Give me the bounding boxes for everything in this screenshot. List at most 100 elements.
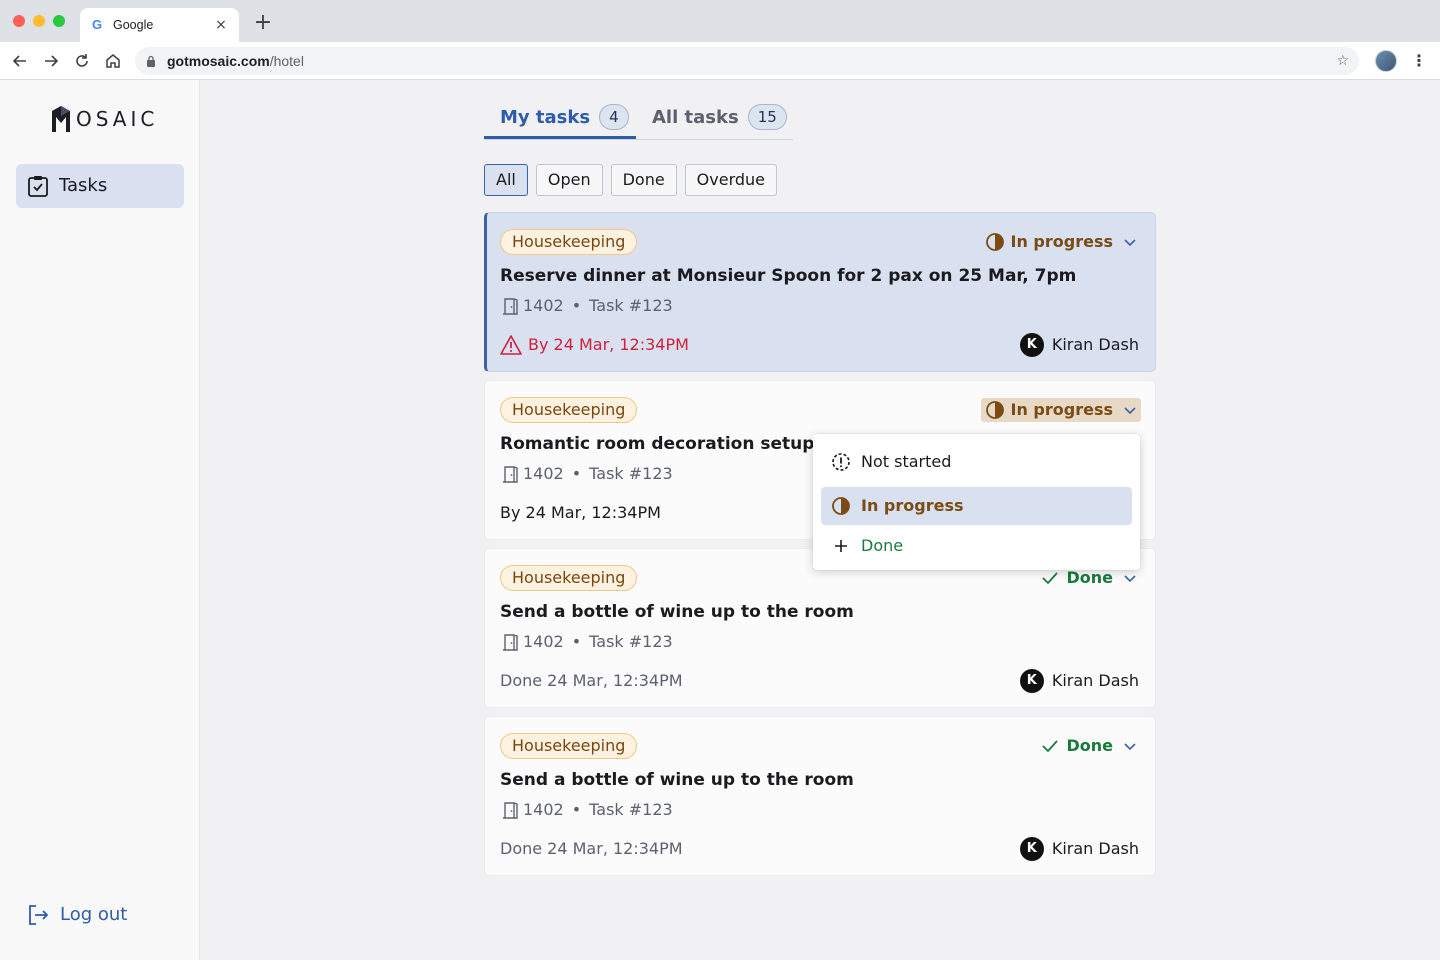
logo-text: OSAIC bbox=[76, 107, 159, 131]
assignee-name: Kiran Dash bbox=[1051, 335, 1139, 354]
status-option-in-progress[interactable]: In progress bbox=[821, 487, 1132, 525]
in-progress-icon bbox=[832, 497, 850, 515]
browser-tab-title: Google bbox=[113, 18, 154, 32]
due-date: Done 24 Mar, 12:34PM bbox=[500, 838, 683, 860]
sidebar-item-tasks[interactable]: Tasks bbox=[16, 164, 184, 208]
meta-separator: • bbox=[571, 296, 582, 315]
clipboard-check-icon bbox=[28, 176, 48, 197]
profile-avatar[interactable] bbox=[1375, 50, 1397, 72]
forward-arrow-icon[interactable] bbox=[41, 51, 61, 71]
assignee-name: Kiran Dash bbox=[1051, 839, 1139, 858]
google-favicon-icon: G bbox=[91, 17, 103, 32]
logout-button[interactable]: Log out bbox=[26, 902, 127, 928]
tab-count-badge: 15 bbox=[747, 104, 787, 130]
status-label: Done bbox=[1066, 568, 1113, 587]
task-card[interactable]: Housekeeping Done Send a bottle of wine … bbox=[484, 716, 1156, 876]
logout-label: Log out bbox=[60, 904, 128, 925]
filter-open-button[interactable]: Open bbox=[535, 164, 603, 196]
due-date: Done 24 Mar, 12:34PM bbox=[500, 670, 683, 692]
due-date-text: By 24 Mar, 12:34PM bbox=[528, 335, 689, 354]
browser-toolbar: gotmosaic.com/hotel ☆ ⋮ bbox=[0, 42, 1440, 80]
chevron-down-icon bbox=[1124, 239, 1136, 247]
avatar: K bbox=[1019, 669, 1044, 693]
task-card[interactable]: Housekeeping Done Send a bottle of wine … bbox=[484, 548, 1156, 708]
home-icon[interactable] bbox=[103, 51, 123, 71]
status-dropdown[interactable]: In progress bbox=[981, 230, 1142, 254]
tab-label: All tasks bbox=[652, 107, 739, 128]
address-bar[interactable]: gotmosaic.com/hotel ☆ bbox=[135, 47, 1359, 75]
browser-tab[interactable]: G Google × bbox=[80, 8, 239, 42]
mosaic-logo-mark-icon bbox=[52, 106, 70, 132]
window-close-button[interactable] bbox=[13, 15, 25, 27]
due-date: By 24 Mar, 12:34PM bbox=[500, 502, 661, 524]
room-number: 1402 bbox=[523, 800, 564, 819]
new-tab-button[interactable]: + bbox=[252, 12, 274, 34]
in-progress-icon bbox=[985, 233, 1004, 251]
tab-close-icon[interactable]: × bbox=[213, 17, 229, 33]
status-option-done[interactable]: Done bbox=[821, 527, 1132, 565]
in-progress-icon bbox=[985, 401, 1004, 419]
active-tab-indicator bbox=[484, 136, 636, 139]
status-label: In progress bbox=[1010, 400, 1114, 419]
chevron-down-icon bbox=[1124, 575, 1136, 583]
filter-done-button[interactable]: Done bbox=[610, 164, 677, 196]
sidebar-item-label: Tasks bbox=[59, 175, 108, 196]
meta-separator: • bbox=[571, 800, 582, 819]
check-icon bbox=[1042, 740, 1059, 753]
task-id: Task #123 bbox=[589, 800, 673, 819]
plus-icon bbox=[835, 540, 847, 552]
status-option-label: In progress bbox=[861, 496, 964, 515]
status-label: Done bbox=[1066, 736, 1113, 755]
filter-all-button[interactable]: All bbox=[484, 164, 528, 196]
category-chip: Housekeeping bbox=[500, 565, 638, 591]
filter-bar: All Open Done Overdue bbox=[484, 164, 778, 196]
filter-overdue-button[interactable]: Overdue bbox=[684, 164, 778, 196]
browser-menu-icon[interactable]: ⋮ bbox=[1411, 51, 1427, 71]
bookmark-star-icon[interactable]: ☆ bbox=[1336, 53, 1349, 69]
url-path: /hotel bbox=[269, 53, 304, 69]
status-menu: Not started In progress Done bbox=[813, 434, 1140, 570]
not-started-icon bbox=[832, 453, 850, 471]
lock-icon bbox=[147, 55, 155, 67]
url-text: gotmosaic.com/hotel bbox=[167, 53, 304, 69]
door-icon bbox=[503, 298, 518, 315]
status-dropdown[interactable]: Done bbox=[1036, 734, 1141, 758]
room-number: 1402 bbox=[523, 464, 564, 483]
door-icon bbox=[503, 466, 518, 483]
status-option-label: Not started bbox=[861, 452, 952, 471]
tab-count-badge: 4 bbox=[599, 104, 629, 130]
mosaic-logo: OSAIC bbox=[50, 104, 158, 134]
meta-separator: • bbox=[571, 632, 582, 651]
task-tabs: My tasks 4 All tasks 15 bbox=[484, 100, 793, 140]
room-number: 1402 bbox=[523, 632, 564, 651]
task-meta: 1402 • Task #123 bbox=[501, 295, 673, 317]
tab-label: My tasks bbox=[500, 107, 591, 128]
assignee: K Kiran Dash bbox=[1019, 837, 1139, 861]
due-date-text: By 24 Mar, 12:34PM bbox=[500, 503, 661, 522]
meta-separator: • bbox=[571, 464, 582, 483]
category-chip: Housekeeping bbox=[500, 733, 638, 759]
task-id: Task #123 bbox=[589, 296, 673, 315]
window-maximize-button[interactable] bbox=[53, 15, 65, 27]
chevron-down-icon bbox=[1124, 407, 1136, 415]
task-card[interactable]: Housekeeping In progress Reserve dinner … bbox=[484, 212, 1156, 372]
logout-icon bbox=[29, 905, 49, 925]
window-minimize-button[interactable] bbox=[33, 15, 45, 27]
category-chip: Housekeeping bbox=[500, 397, 638, 423]
room-number: 1402 bbox=[523, 296, 564, 315]
tab-my-tasks[interactable]: My tasks 4 bbox=[500, 104, 629, 140]
task-id: Task #123 bbox=[589, 464, 673, 483]
status-option-label: Done bbox=[861, 536, 904, 555]
status-label: In progress bbox=[1010, 232, 1114, 251]
task-meta: 1402 • Task #123 bbox=[501, 463, 673, 485]
tab-all-tasks[interactable]: All tasks 15 bbox=[652, 104, 787, 140]
status-option-not-started[interactable]: Not started bbox=[821, 443, 1132, 481]
due-date: By 24 Mar, 12:34PM bbox=[500, 334, 689, 356]
status-dropdown[interactable]: In progress bbox=[980, 398, 1141, 422]
reload-icon[interactable] bbox=[72, 51, 92, 71]
back-arrow-icon[interactable] bbox=[10, 51, 30, 71]
assignee-name: Kiran Dash bbox=[1051, 671, 1139, 690]
door-icon bbox=[503, 802, 518, 819]
task-title: Send a bottle of wine up to the room bbox=[500, 602, 854, 622]
assignee: K Kiran Dash bbox=[1019, 333, 1139, 357]
